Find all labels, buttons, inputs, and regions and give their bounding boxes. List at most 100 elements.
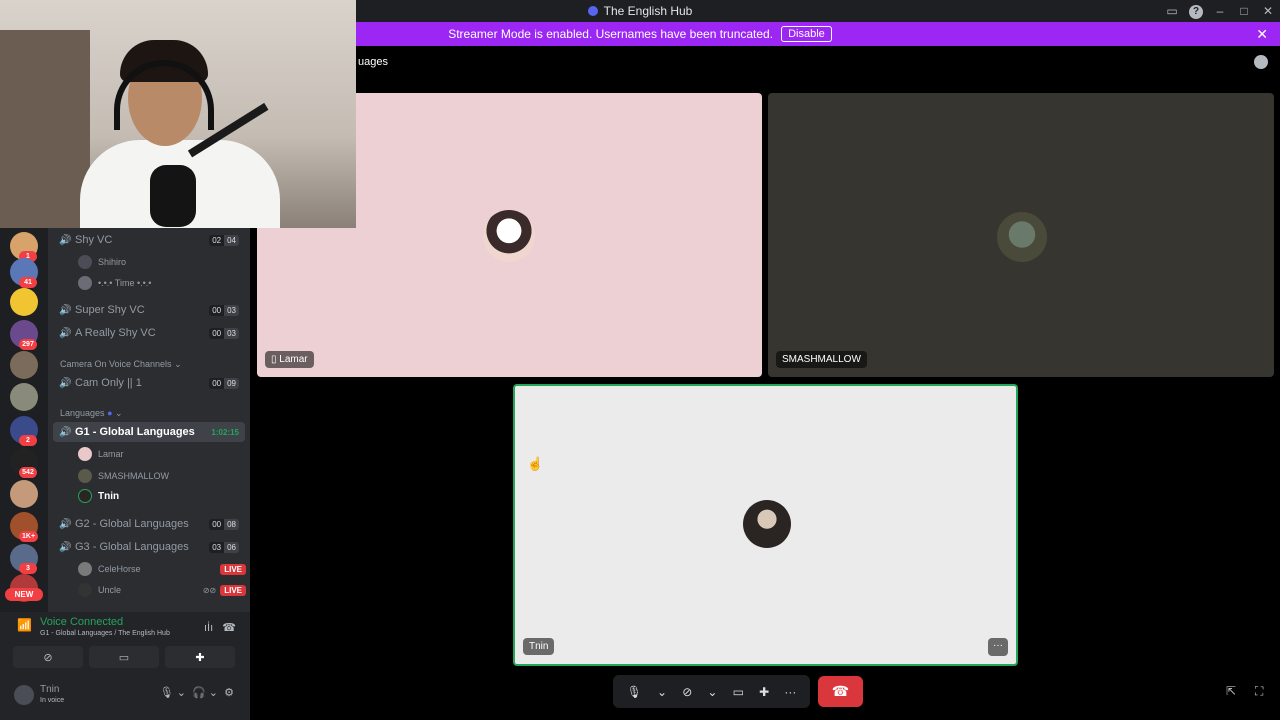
voice-user-uncle[interactable]: Uncle ⊘⊘ LIVE (78, 580, 246, 600)
chevron-down-icon[interactable]: ⌄ (707, 685, 717, 699)
user-controls: 🎙 ⌄ 🎧 ⌄ ⚙ (159, 687, 234, 699)
server-icon[interactable] (10, 480, 38, 508)
disable-streamer-button[interactable]: Disable (781, 26, 832, 42)
chat-icon[interactable] (1254, 55, 1268, 69)
server-icon[interactable] (10, 383, 38, 411)
screenshare-icon[interactable]: ▭ (733, 685, 744, 699)
new-badge: NEW (5, 588, 43, 601)
speaker-icon: 🔊 (59, 541, 72, 553)
video-tile-smashmallow[interactable]: SMASHMALLOW (768, 93, 1274, 377)
globe-icon: ● (107, 408, 113, 418)
server-badge: 3 (19, 563, 37, 574)
chevron-down-icon: ⌄ (115, 408, 123, 418)
voice-panel: 📶 Voice Connected G1 - Global Languages … (0, 612, 250, 720)
category-camera[interactable]: Camera On Voice Channels ⌄ (60, 359, 182, 370)
noise-suppression-icon[interactable]: ıİı (204, 622, 213, 634)
banner-text: Streamer Mode is enabled. Usernames have… (448, 27, 774, 41)
tile-name-smashmallow: SMASHMALLOW (776, 351, 867, 368)
hangup-icon: ☎ (831, 683, 850, 699)
channel-list: 🔊 Shy VC 02 04 Shihiro •.•.• Time •.•.• 🔊… (48, 228, 250, 612)
speaker-icon: 🔊 (59, 377, 72, 389)
tile-more-icon[interactable]: ··· (988, 638, 1008, 656)
avatar (78, 447, 92, 461)
channel-shy-vc[interactable]: 🔊 Shy VC 02 04 (53, 230, 245, 250)
avatar[interactable] (14, 685, 34, 705)
user-status: In voice (40, 697, 65, 704)
user-bar: Tnin In voice 🎙 ⌄ 🎧 ⌄ ⚙ (0, 678, 250, 720)
camera-off-icon[interactable]: ⊘ (682, 685, 692, 699)
close-banner-icon[interactable]: ✕ (1256, 26, 1268, 43)
speaker-icon: 🔊 (59, 426, 72, 438)
tile-name-lamar: ▯ Lamar (265, 351, 314, 368)
live-badge: LIVE (220, 563, 246, 575)
call-controls: 🎙 ⌄ ⊘ ⌄ ▭ ✚ ··· (613, 675, 810, 708)
headphones-icon[interactable]: 🎧 (192, 687, 206, 699)
avatar (78, 276, 92, 290)
fullscreen-icon[interactable]: ⛶ (1255, 684, 1263, 699)
popout-icon[interactable]: ⇱ (1226, 684, 1236, 698)
tnin-avatar (743, 500, 791, 548)
channel-g1-global-languages[interactable]: 🔊 G1 - Global Languages 1:02:15 (53, 422, 245, 442)
close-window-button[interactable]: ✕ (1256, 4, 1280, 18)
inbox-icon[interactable]: ▭ (1160, 4, 1184, 18)
category-languages[interactable]: Languages ● ⌄ (60, 408, 123, 419)
voice-channel-path[interactable]: G1 - Global Languages / The English Hub (40, 630, 170, 637)
activity-icon[interactable]: ✚ (759, 685, 769, 699)
tile-name-tnin: Tnin (523, 638, 555, 655)
camera-off-icon: ⊘ (43, 651, 53, 664)
voice-status: Voice Connected (40, 616, 124, 628)
signal-icon[interactable]: 📶 (17, 618, 32, 632)
speaker-icon: 🔊 (59, 304, 72, 316)
window-title: The English Hub (603, 4, 693, 18)
server-badge: 297 (19, 339, 37, 350)
server-rail: 1 41 297 2 542 1K+ 3 (0, 228, 48, 612)
speaker-icon: 🔊 (59, 234, 72, 246)
more-icon[interactable]: ··· (784, 685, 796, 699)
channel-really-shy-vc[interactable]: 🔊 A Really Shy VC 00 03 (53, 323, 245, 343)
chevron-down-icon[interactable]: ⌄ (657, 685, 667, 699)
avatar (78, 255, 92, 269)
voice-user-smashmallow[interactable]: SMASHMALLOW (78, 466, 246, 486)
channel-g3-global-languages[interactable]: 🔊 G3 - Global Languages 03 06 (53, 537, 245, 557)
activity-button[interactable]: ✚ (165, 646, 235, 668)
hangup-button[interactable]: ☎ (818, 676, 863, 707)
pointer-cursor-icon: ☝ (527, 456, 544, 471)
voice-user-tnin[interactable]: Tnin (78, 486, 246, 506)
server-badge: 2 (19, 435, 37, 446)
video-tile-tnin[interactable]: Tnin ··· (513, 384, 1018, 666)
username: Tnin (40, 684, 60, 695)
minimize-button[interactable]: – (1208, 4, 1232, 18)
app-logo-icon (587, 6, 598, 16)
muted-icon: ⊘⊘ (202, 585, 217, 595)
server-icon[interactable] (10, 351, 38, 379)
voice-user[interactable]: Shihiro (78, 252, 246, 272)
help-button[interactable]: ? (1184, 3, 1208, 19)
screenshare-button[interactable]: ▭ (89, 646, 159, 668)
window-controls: ▭ ? – □ ✕ (1160, 0, 1280, 22)
chevron-down-icon: ⌄ (174, 359, 182, 369)
help-icon: ? (1189, 4, 1203, 19)
disconnect-icon[interactable]: ☎ (222, 622, 236, 634)
call-timer: 1:02:15 (211, 427, 239, 437)
channel-g2-global-languages[interactable]: 🔊 G2 - Global Languages 00 08 (53, 514, 245, 534)
activity-icon: ✚ (195, 651, 205, 664)
server-badge: 542 (19, 467, 37, 478)
lamar-avatar (483, 210, 535, 262)
video-toggle-button[interactable]: ⊘ (13, 646, 83, 668)
channel-super-shy-vc[interactable]: 🔊 Super Shy VC 00 03 (53, 300, 245, 320)
speaker-icon: 🔊 (59, 327, 72, 339)
microphone-icon[interactable]: 🎙 (627, 685, 642, 699)
gear-icon[interactable]: ⚙ (224, 687, 234, 699)
live-badge: LIVE (220, 584, 246, 596)
microphone-icon[interactable]: 🎙 (160, 687, 174, 699)
server-icon[interactable] (10, 288, 38, 316)
server-badge: 41 (19, 277, 37, 288)
channel-cam-only[interactable]: 🔊 Cam Only || 1 00 09 (53, 373, 245, 393)
voice-user[interactable]: •.•.• Time •.•.• (78, 273, 246, 293)
voice-user-lamar[interactable]: Lamar (78, 444, 246, 464)
webcam-overlay (0, 0, 356, 228)
maximize-button[interactable]: □ (1232, 4, 1256, 18)
avatar (78, 489, 92, 503)
voice-user-celehorse[interactable]: CeleHorse LIVE (78, 559, 246, 579)
smashmallow-avatar (997, 212, 1047, 262)
